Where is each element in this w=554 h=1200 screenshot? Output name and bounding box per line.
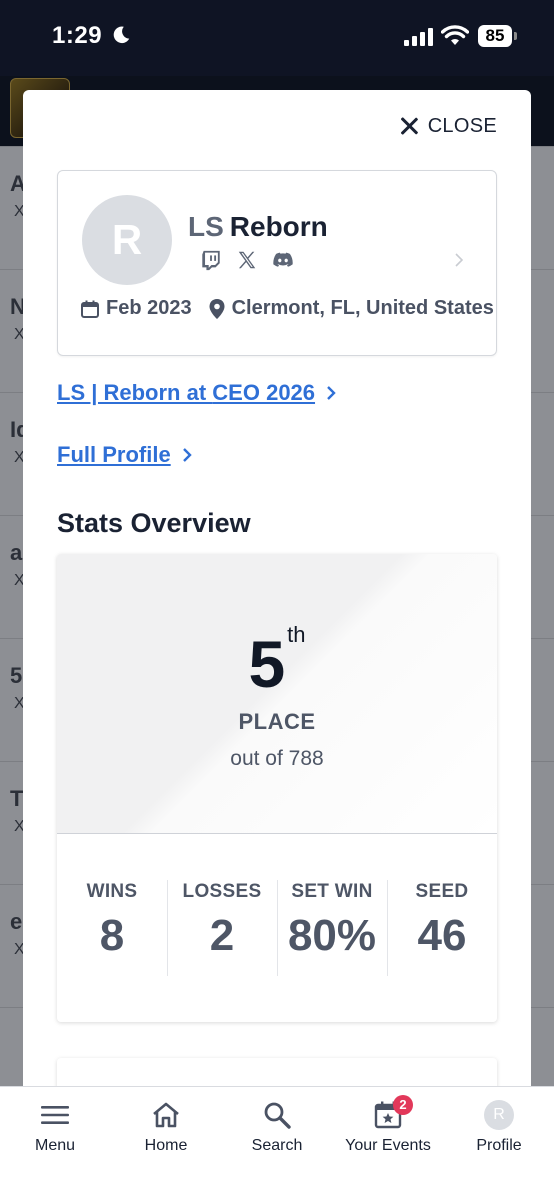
stats-columns: WINS 8 LOSSES 2 SET WIN 80% SEED 46 — [57, 834, 497, 1022]
placement-panel: 5th PLACE out of 788 — [57, 554, 497, 834]
stat-wins: WINS 8 — [57, 834, 167, 1022]
chevron-right-icon — [327, 386, 336, 400]
close-button[interactable]: CLOSE — [398, 112, 497, 140]
nav-label: Profile — [476, 1137, 522, 1154]
stat-set-win: SET WIN 80% — [277, 834, 387, 1022]
status-time: 1:29 — [52, 22, 103, 49]
placement-label: PLACE — [238, 709, 316, 734]
nav-label: Your Events — [345, 1137, 431, 1154]
player-name: LS Reborn — [188, 211, 328, 243]
nav-home[interactable]: Home — [111, 1099, 221, 1155]
notification-badge: 2 — [393, 1095, 413, 1115]
menu-icon — [41, 1106, 69, 1124]
sponsor-prefix: LS — [188, 211, 224, 242]
stat-label: SEED — [415, 881, 469, 902]
discord-icon[interactable] — [272, 249, 294, 271]
search-icon — [264, 1102, 291, 1129]
entrant-count: out of 788 — [230, 747, 324, 770]
stat-value: 46 — [417, 911, 467, 960]
entrant-name: LS | Reborn — [57, 380, 181, 405]
battery-indicator: 85 — [478, 25, 517, 47]
close-label: CLOSE — [427, 114, 497, 137]
player-modal: CLOSE R LS Reborn Feb 2023 Clermont, FL,… — [23, 90, 531, 1090]
entrant-at: at — [180, 380, 213, 405]
avatar: R — [82, 195, 172, 285]
event-name: CEO 2026 — [212, 380, 316, 405]
stat-seed: SEED 46 — [387, 834, 497, 1022]
calendar-icon — [81, 300, 99, 318]
chevron-right-icon — [455, 253, 464, 267]
home-icon — [153, 1102, 179, 1128]
stat-value: 8 — [99, 911, 125, 960]
player-card[interactable]: R LS Reborn Feb 2023 Clermont, FL, Unite… — [57, 170, 497, 356]
wifi-icon — [441, 25, 469, 45]
event-entrant-link[interactable]: LS | Reborn at CEO 2026 — [57, 380, 337, 406]
stat-label: LOSSES — [182, 881, 262, 902]
close-icon — [398, 115, 420, 137]
location-pin-icon — [209, 298, 225, 319]
joined-date: Feb 2023 — [106, 297, 192, 319]
nav-label: Home — [144, 1137, 188, 1154]
stat-value: 2 — [209, 911, 235, 960]
stats-overview-title: Stats Overview — [57, 508, 251, 538]
gamer-tag: Reborn — [229, 211, 328, 242]
placement-suffix: th — [287, 622, 306, 647]
placement-number: 5th — [248, 622, 306, 701]
nav-label: Search — [251, 1137, 303, 1154]
nav-your-events[interactable]: 2 Your Events — [333, 1095, 443, 1155]
nav-profile[interactable]: R Profile — [444, 1099, 554, 1155]
nav-search[interactable]: Search — [222, 1099, 332, 1155]
full-profile-link[interactable]: Full Profile — [57, 442, 193, 468]
full-profile-label: Full Profile — [57, 442, 171, 467]
cellular-signal-icon — [404, 28, 433, 46]
stats-card: 5th PLACE out of 788 WINS 8 LOSSES 2 SET… — [57, 554, 497, 1022]
social-links — [200, 249, 294, 271]
twitch-icon[interactable] — [200, 249, 222, 271]
stat-losses: LOSSES 2 — [167, 834, 277, 1022]
bottom-nav: Menu Home Search 2 Your Events R Profile — [0, 1086, 554, 1200]
player-location: Clermont, FL, United States — [231, 297, 494, 319]
stat-value: 80% — [287, 911, 377, 960]
chevron-right-icon — [182, 448, 192, 462]
status-bar: 1:29 85 — [0, 0, 554, 76]
avatar: R — [484, 1100, 514, 1130]
stat-label: SET WIN — [291, 881, 373, 902]
x-icon[interactable] — [236, 249, 258, 271]
nav-label: Menu — [34, 1137, 76, 1154]
moon-icon — [113, 26, 130, 44]
player-meta: Feb 2023 Clermont, FL, United States — [80, 297, 494, 320]
stat-label: WINS — [86, 881, 138, 902]
nav-menu[interactable]: Menu — [0, 1099, 110, 1155]
